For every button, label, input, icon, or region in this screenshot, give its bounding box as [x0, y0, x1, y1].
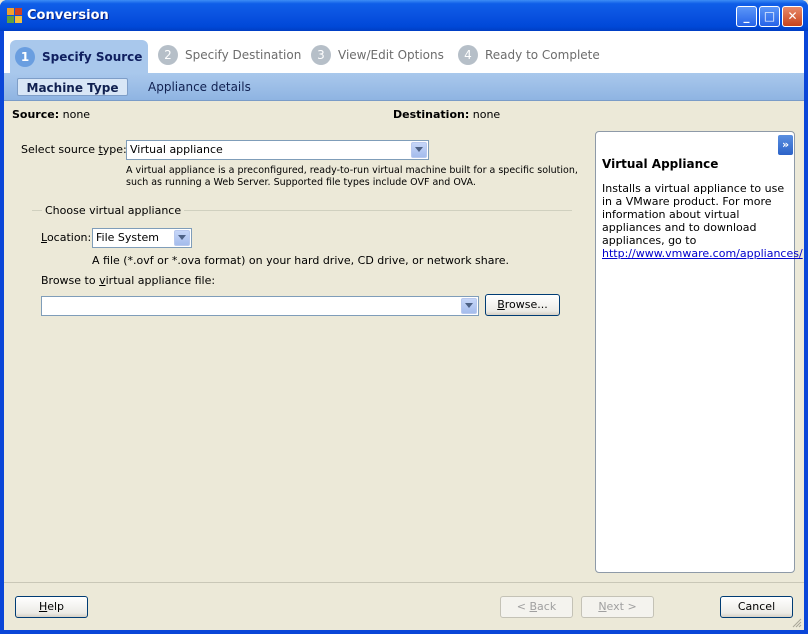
title-bar[interactable]: Conversion _ □ ✕ [0, 0, 808, 31]
appliance-file-input[interactable] [41, 296, 479, 316]
collapse-icon[interactable]: » [778, 135, 793, 155]
wizard-steps: 1 Specify Source 2 Specify Destination 3… [4, 31, 804, 73]
chevron-down-icon[interactable] [174, 230, 190, 246]
source-info: Source: none [12, 108, 90, 121]
location-value: File System [96, 231, 159, 244]
resize-grip-icon[interactable] [792, 618, 802, 628]
conversion-window: Conversion _ □ ✕ 1 Specify Source 2 Spec… [0, 0, 808, 634]
chevron-down-icon[interactable] [461, 298, 477, 314]
footer-divider [4, 582, 804, 583]
client-area: 1 Specify Source 2 Specify Destination 3… [4, 31, 804, 630]
step-specify-source[interactable]: 1 Specify Source [10, 40, 148, 73]
step-ready-to-complete[interactable]: 4 Ready to Complete [458, 40, 600, 70]
back-button[interactable]: < Back [500, 596, 573, 618]
browse-label: Browse to virtual appliance file: [41, 274, 216, 287]
app-icon [7, 8, 22, 23]
step-number: 1 [15, 46, 35, 67]
step-label: Specify Destination [185, 48, 302, 62]
help-title: Virtual Appliance [602, 157, 719, 171]
destination-value: none [472, 108, 501, 121]
source-type-select[interactable]: Virtual appliance [126, 140, 429, 160]
destination-label: Destination: [393, 108, 470, 121]
help-panel: » Virtual Appliance Installs a virtual a… [595, 131, 803, 573]
close-button[interactable]: ✕ [782, 6, 803, 27]
maximize-button[interactable]: □ [759, 6, 780, 27]
step-label: Specify Source [42, 49, 143, 64]
tab-machine-type[interactable]: Machine Type [17, 78, 128, 96]
source-type-value: Virtual appliance [130, 143, 223, 156]
step-specify-destination[interactable]: 2 Specify Destination [158, 40, 301, 70]
step-view-edit-options[interactable]: 3 View/Edit Options [311, 40, 444, 70]
help-body: Installs a virtual appliance to use in a… [602, 182, 803, 260]
minimize-button[interactable]: _ [736, 6, 757, 27]
tab-appliance-details[interactable]: Appliance details [148, 78, 251, 96]
step-number: 2 [158, 45, 178, 65]
location-description: A file (*.ovf or *.ova format) on your h… [92, 254, 510, 267]
destination-info: Destination: none [393, 108, 500, 121]
chevron-down-icon[interactable] [411, 142, 427, 158]
window-title: Conversion [27, 8, 109, 23]
sub-tab-bar: Machine Type Appliance details [4, 73, 804, 101]
next-button[interactable]: Next > [581, 596, 654, 618]
source-type-description: A virtual appliance is a preconfigured, … [126, 165, 578, 188]
source-type-label: Select source type: [21, 143, 127, 156]
browse-button[interactable]: Browse... [485, 294, 560, 316]
source-value: none [62, 108, 91, 121]
location-select[interactable]: File System [92, 228, 192, 248]
location-label: Location: [41, 231, 92, 244]
source-label: Source: [12, 108, 60, 121]
cancel-button[interactable]: Cancel [720, 596, 793, 618]
group-label: Choose virtual appliance [42, 204, 185, 217]
help-button[interactable]: Help [15, 596, 88, 618]
step-number: 3 [311, 45, 331, 65]
step-label: Ready to Complete [485, 48, 600, 62]
appliances-link[interactable]: http://www.vmware.com/appliances/ [602, 247, 803, 260]
step-number: 4 [458, 45, 478, 65]
step-label: View/Edit Options [338, 48, 444, 62]
